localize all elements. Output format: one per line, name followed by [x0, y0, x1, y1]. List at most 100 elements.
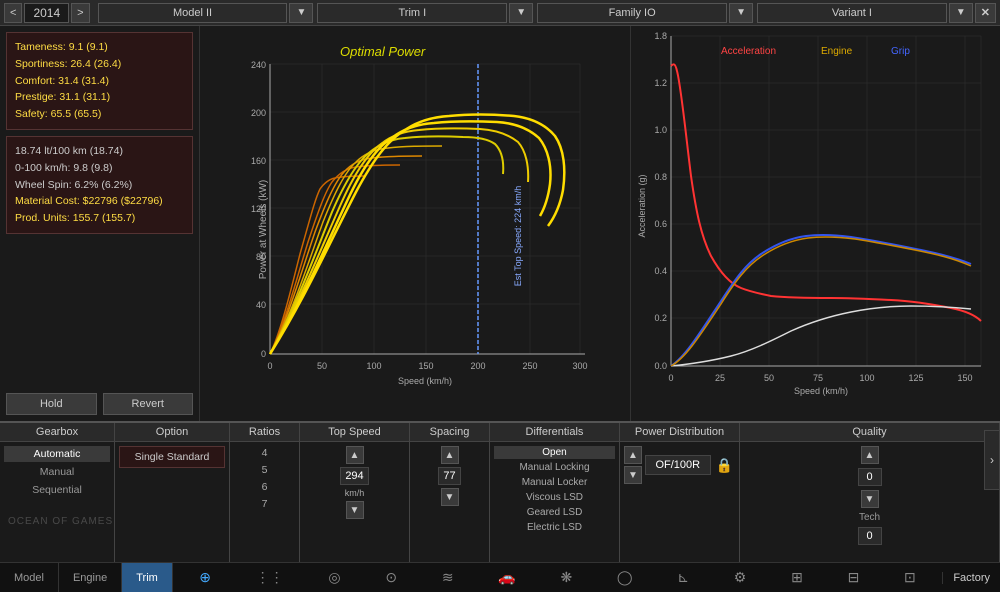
quality-down-btn[interactable]: ▼ — [861, 490, 879, 508]
gearbox-automatic[interactable]: Automatic — [4, 446, 110, 462]
nav-icon-exhaust[interactable]: ≋ — [438, 569, 458, 586]
topspeed-content: ▲ 294 km/h ▼ — [300, 442, 409, 562]
quality-up-btn[interactable]: ▲ — [861, 446, 879, 464]
tech-label: Tech — [859, 512, 880, 523]
tameness-stat: Tameness: 9.1 (9.1) — [15, 39, 184, 56]
acceleration-chart-svg: 0.0 0.2 0.4 0.6 0.8 1.0 1.2 1.8 0 25 50 … — [631, 26, 1000, 396]
nav-icon-aero[interactable]: 🚗 — [494, 569, 519, 586]
gearbox-sequential[interactable]: Sequential — [4, 482, 110, 498]
svg-text:0.6: 0.6 — [654, 219, 667, 229]
diff-open[interactable]: Open — [494, 446, 615, 459]
stats-box-1: Tameness: 9.1 (9.1) Sportiness: 26.4 (26… — [6, 32, 193, 130]
nav-icon-brakes[interactable]: ◎ — [324, 569, 344, 586]
nav-icon-electronics[interactable]: ⊡ — [900, 569, 920, 586]
spacing-up-btn[interactable]: ▲ — [441, 446, 459, 464]
nav-icon-tyres[interactable]: ⊙ — [381, 569, 401, 586]
right-side-arrow[interactable]: › — [984, 430, 1000, 490]
spacing-controls: ▲ 77 ▼ — [414, 446, 485, 506]
power-dist-down-btn[interactable]: ▼ — [624, 466, 642, 484]
option-header: Option — [115, 423, 229, 442]
diff-geared-lsd[interactable]: Geared LSD — [494, 506, 615, 519]
prev-year-btn[interactable]: < — [4, 3, 22, 23]
nav-icon-body[interactable]: ⊕ — [195, 569, 215, 586]
svg-text:300: 300 — [572, 361, 587, 371]
power-chart-svg: 0 40 80 120 160 200 240 0 50 100 150 200… — [230, 54, 600, 394]
nav-icon-misc[interactable]: ⊞ — [787, 569, 807, 586]
svg-text:250: 250 — [522, 361, 537, 371]
topspeed-controls: ▲ 294 km/h ▼ — [304, 446, 405, 519]
family-dropdown-arrow[interactable]: ▼ — [729, 3, 753, 23]
bottom-nav: Model Engine Trim ⊕ ⋮⋮ ◎ ⊙ ≋ 🚗 ❋ ◯ ⊾ ⚙ ⊞… — [0, 562, 1000, 592]
svg-text:Speed (km/h): Speed (km/h) — [398, 376, 452, 386]
differentials-section: Differentials Open Manual Locking Manual… — [490, 423, 620, 562]
diff-manual-locking[interactable]: Manual Locking — [494, 461, 615, 474]
variant-dropdown-arrow[interactable]: ▼ — [949, 3, 973, 23]
nav-icon-safety[interactable]: ⊟ — [844, 569, 864, 586]
revert-btn[interactable]: Revert — [103, 393, 194, 415]
svg-text:40: 40 — [256, 300, 266, 310]
nav-icon-cooling[interactable]: ❋ — [556, 569, 576, 586]
nav-icon-driver[interactable]: ⊾ — [673, 569, 693, 586]
svg-text:200: 200 — [251, 108, 266, 118]
nav-tab-model[interactable]: Model — [0, 563, 59, 592]
left-panel: Tameness: 9.1 (9.1) Sportiness: 26.4 (26… — [0, 26, 200, 421]
topspeed-down-btn[interactable]: ▼ — [346, 501, 364, 519]
bottom-panel: Gearbox Automatic Manual Sequential Opti… — [0, 421, 1000, 562]
gearbox-manual[interactable]: Manual — [4, 464, 110, 480]
ratio-7: 7 — [261, 497, 269, 511]
ratios-content: 4 5 6 7 — [230, 442, 299, 562]
spacing-down-btn[interactable]: ▼ — [441, 488, 459, 506]
chart-y-label: Power at Wheels (kW) — [258, 179, 269, 278]
ratios-header: Ratios — [230, 423, 299, 442]
svg-text:50: 50 — [764, 373, 774, 383]
svg-text:25: 25 — [715, 373, 725, 383]
right-chart-area: 0.0 0.2 0.4 0.6 0.8 1.0 1.2 1.8 0 25 50 … — [630, 26, 1000, 421]
topspeed-header: Top Speed — [300, 423, 409, 442]
hold-btn[interactable]: Hold — [6, 393, 97, 415]
nav-icon-gearbox[interactable]: ⚙ — [730, 569, 751, 586]
diff-electric-lsd[interactable]: Electric LSD — [494, 521, 615, 534]
ratio-4: 4 — [261, 446, 269, 460]
ratios-section: Ratios 4 5 6 7 — [230, 423, 300, 562]
topspeed-unit: km/h — [345, 488, 365, 498]
tech-value: 0 — [858, 527, 882, 545]
svg-text:75: 75 — [813, 373, 823, 383]
svg-text:Engine: Engine — [821, 46, 853, 57]
option-section: Option Single Standard — [115, 423, 230, 562]
power-dist-header: Power Distribution — [620, 423, 739, 442]
nav-tab-trim[interactable]: Trim — [122, 563, 173, 592]
diff-viscous-lsd[interactable]: Viscous LSD — [494, 491, 615, 504]
nav-tab-engine[interactable]: Engine — [59, 563, 122, 592]
svg-text:0: 0 — [261, 349, 266, 359]
option-value[interactable]: Single Standard — [119, 446, 225, 468]
gearbox-section: Gearbox Automatic Manual Sequential — [0, 423, 115, 562]
top-bar: < 2014 > Model II ▼ Trim I ▼ Family IO ▼… — [0, 0, 1000, 26]
spacing-value: 77 — [438, 467, 460, 485]
spacing-content: ▲ 77 ▼ — [410, 442, 489, 562]
svg-text:150: 150 — [957, 373, 972, 383]
next-year-btn[interactable]: > — [71, 3, 89, 23]
hold-revert-controls: Hold Revert — [6, 389, 193, 415]
diff-manual-locker[interactable]: Manual Locker — [494, 476, 615, 489]
power-dist-up-btn[interactable]: ▲ — [624, 446, 642, 464]
comfort-stat: Comfort: 31.4 (31.4) — [15, 73, 184, 90]
watermark: OCEAN OF GAMES — [8, 516, 113, 527]
nav-icon-suspension[interactable]: ⋮⋮ — [252, 569, 288, 586]
factory-label[interactable]: Factory — [942, 572, 1000, 584]
topspeed-up-btn[interactable]: ▲ — [346, 446, 364, 464]
year-display: 2014 — [24, 3, 69, 23]
close-btn[interactable]: ✕ — [975, 3, 996, 23]
model-dropdown-arrow[interactable]: ▼ — [289, 3, 313, 23]
svg-text:1.2: 1.2 — [654, 78, 667, 88]
svg-text:Acceleration (g): Acceleration (g) — [637, 174, 647, 237]
trim-label: Trim I — [317, 3, 507, 23]
option-content: Single Standard — [115, 442, 229, 562]
svg-text:0.0: 0.0 — [654, 361, 667, 371]
nav-icon-steering[interactable]: ◯ — [613, 569, 637, 586]
main-content: Tameness: 9.1 (9.1) Sportiness: 26.4 (26… — [0, 26, 1000, 421]
trim-dropdown-group: Trim I ▼ — [317, 3, 533, 23]
quality-section: Quality ▲ 0 ▼ Tech 0 › — [740, 423, 1000, 562]
trim-dropdown-arrow[interactable]: ▼ — [509, 3, 533, 23]
lock-icon[interactable]: 🔒 — [714, 455, 735, 476]
power-dist-spinners: ▲ ▼ — [624, 446, 642, 484]
